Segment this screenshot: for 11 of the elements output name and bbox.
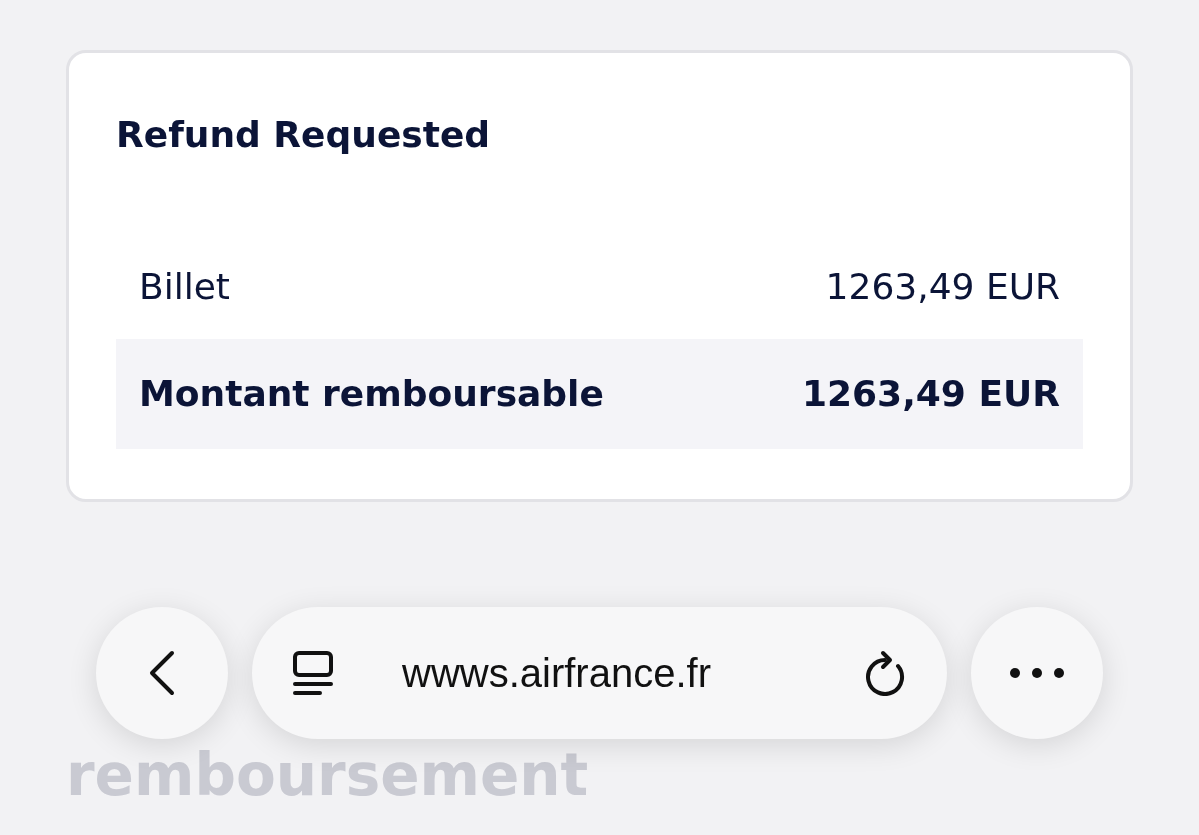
row-amount: 1263,49 EUR xyxy=(801,372,1060,416)
url-text: wwws.airfrance.fr xyxy=(402,650,711,697)
row-label: Billet xyxy=(139,265,230,309)
reload-icon[interactable] xyxy=(863,650,907,696)
more-icon xyxy=(1007,666,1067,680)
row-amount: 1263,49 EUR xyxy=(825,265,1060,309)
back-icon xyxy=(148,650,176,696)
row-label: Montant remboursable xyxy=(139,372,604,416)
reader-icon xyxy=(292,650,334,696)
card-title: Refund Requested xyxy=(116,113,492,157)
address-bar[interactable]: wwws.airfrance.fr xyxy=(252,607,947,739)
